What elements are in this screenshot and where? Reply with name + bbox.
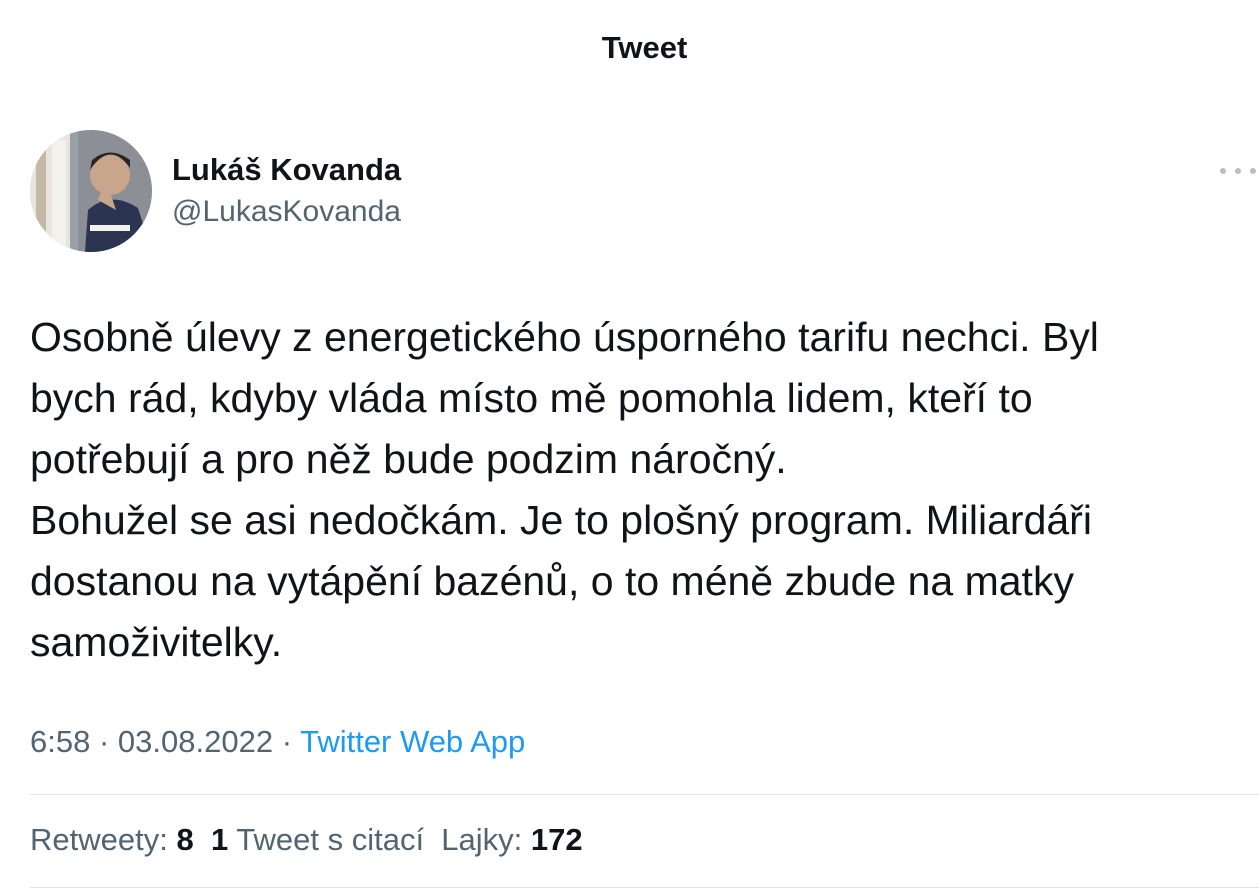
retweets-count: 8 [176,822,194,857]
meta-separator: · [281,724,293,759]
tweet-detail-page: Tweet Lukáš Kovanda @LukasKovanda Osobně… [0,0,1259,892]
tweet-text-line: bych rád, kdyby vláda místo mě pomohla l… [30,375,1033,421]
more-dot-icon [1250,168,1256,174]
more-dot-icon [1220,168,1226,174]
tweet-text-line: Osobně úlevy z energetického úsporného t… [30,314,1099,360]
tweet-date[interactable]: 03.08.2022 [118,724,273,759]
more-dot-icon [1235,168,1241,174]
author-name[interactable]: Lukáš Kovanda [172,152,401,188]
meta-separator: · [98,724,110,759]
more-options-button[interactable] [1220,156,1256,186]
tweet-text-line: samoživitelky. [30,619,283,665]
tweet-meta: 6:58 · 03.08.2022 · Twitter Web App [30,724,525,760]
tweet-text: Osobně úlevy z energetického úsporného t… [30,307,1245,673]
divider [30,887,1259,888]
tweet-text-line: Bohužel se asi nedočkám. Je to plošný pr… [30,497,1092,543]
retweets-stat[interactable]: Retweety: 8 [30,822,194,857]
avatar-photo-icon [30,130,152,252]
quotes-label: Tweet s citací [236,822,425,857]
tweet-text-line: potřebují a pro něž bude podzim náročný. [30,436,787,482]
tweet-time[interactable]: 6:58 [30,724,90,759]
retweets-label: Retweety: [30,822,168,857]
likes-count: 172 [530,822,583,857]
author-handle[interactable]: @LukasKovanda [172,195,401,229]
tweet-stats: Retweety: 8 1 Tweet s citací Lajky: 172 [30,822,583,858]
quotes-stat[interactable]: 1 Tweet s citací [211,822,424,857]
avatar[interactable] [30,130,152,252]
tweet-text-line: dostanou na vytápění bazénů, o to méně z… [30,558,1074,604]
likes-stat[interactable]: Lajky: 172 [441,822,582,857]
quotes-count: 1 [210,822,229,857]
page-title: Tweet [601,30,688,65]
divider [30,794,1259,795]
tweet-source-link[interactable]: Twitter Web App [300,724,525,759]
likes-label: Lajky: [441,822,523,857]
